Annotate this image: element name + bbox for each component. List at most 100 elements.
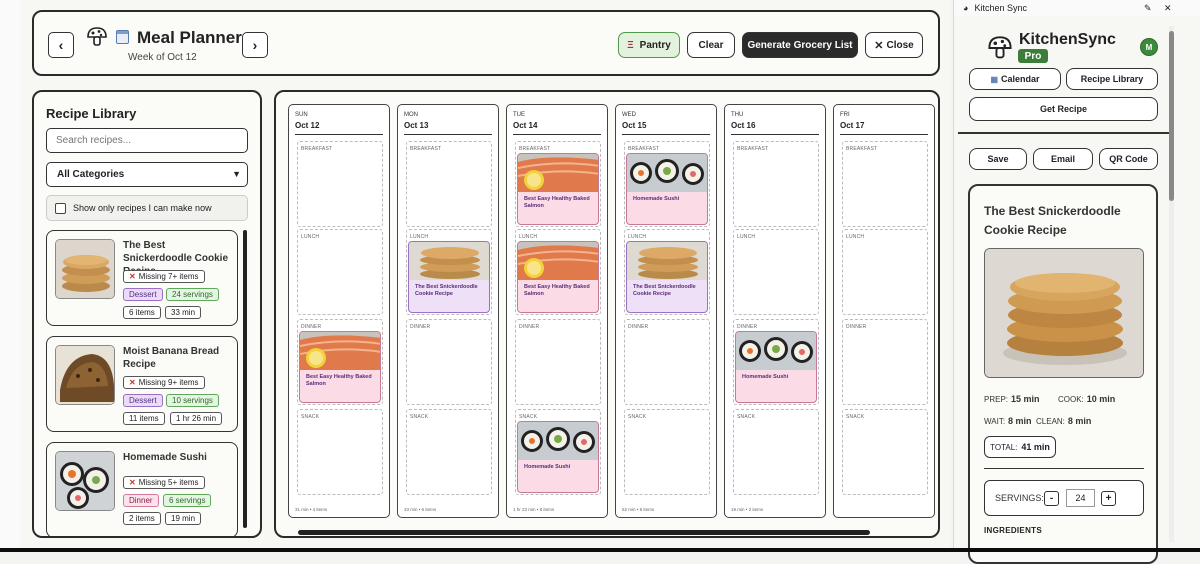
side-scrollbar[interactable] — [1169, 26, 1174, 542]
library-scrollbar[interactable] — [243, 230, 247, 528]
meal-image — [736, 332, 816, 370]
meal-slot-breakfast[interactable]: BREAKFAST — [406, 141, 492, 227]
planned-meal-card[interactable]: Homemade Sushi — [626, 153, 708, 225]
meal-slot-breakfast[interactable]: BREAKFAST — [297, 141, 383, 227]
search-input[interactable] — [46, 128, 248, 153]
save-button[interactable]: Save — [969, 148, 1027, 170]
meal-slot-snack[interactable]: SNACK — [406, 409, 492, 495]
slot-label: DINNER — [410, 324, 431, 330]
planned-meal-card[interactable]: Homemade Sushi — [735, 331, 817, 403]
next-week-button[interactable]: › — [242, 32, 268, 58]
meal-slot-lunch[interactable]: LUNCH Best Easy Healthy Baked Salmon — [515, 229, 601, 315]
close-icon: ✕ — [874, 39, 884, 52]
can-make-filter[interactable]: Show only recipes I can make now — [46, 195, 248, 221]
slot-label: SNACK — [301, 414, 320, 420]
planned-meal-card[interactable]: Homemade Sushi — [517, 421, 599, 493]
recipe-card[interactable]: The Best Snickerdoodle Cookie Recipe ✕Mi… — [46, 230, 238, 326]
category-select[interactable]: All Categories ▼ — [46, 162, 248, 187]
prep-time: PREP: 15 min — [984, 394, 1040, 404]
meal-name: The Best Snickerdoodle Cookie Recipe — [633, 284, 696, 297]
email-button[interactable]: Email — [1033, 148, 1093, 170]
meal-slot-dinner[interactable]: DINNER — [624, 319, 710, 405]
items-badge: 2 items — [123, 512, 161, 525]
day-name: WED — [622, 112, 636, 118]
prev-week-button[interactable]: ‹ — [48, 32, 74, 58]
planned-meal-card[interactable]: Best Easy Healthy Baked Salmon — [517, 153, 599, 225]
pantry-button[interactable]: Ξ Pantry — [618, 32, 680, 58]
day-summary: 19 min • 2 items — [731, 507, 764, 512]
meal-slot-dinner[interactable]: DINNER — [515, 319, 601, 405]
day-column-wed: WED Oct 15 BREAKFAST Homemade Sushi LUNCH The… — [615, 104, 717, 518]
meal-slot-snack[interactable]: SNACK — [297, 409, 383, 495]
window-logo-icon: ◕ — [963, 3, 969, 13]
calendar-horizontal-scrollbar[interactable] — [298, 530, 870, 535]
slot-label: LUNCH — [301, 234, 320, 240]
planned-meal-card[interactable]: Best Easy Healthy Baked Salmon — [299, 331, 381, 403]
slot-label: DINNER — [737, 324, 758, 330]
servings-input[interactable]: 24 — [1066, 489, 1095, 507]
meal-slot-breakfast[interactable]: BREAKFAST Homemade Sushi — [624, 141, 710, 227]
meal-slot-snack[interactable]: SNACK Homemade Sushi — [515, 409, 601, 495]
day-divider — [513, 134, 601, 135]
calendar-button[interactable]: ▦ Calendar — [969, 68, 1061, 90]
meal-image — [409, 242, 489, 280]
taskbar-strip — [0, 548, 1200, 552]
slot-label: DINNER — [846, 324, 867, 330]
meal-slot-breakfast[interactable]: BREAKFAST — [842, 141, 928, 227]
meal-slot-dinner[interactable]: DINNER — [406, 319, 492, 405]
meal-slot-lunch[interactable]: LUNCH — [297, 229, 383, 315]
meal-name: Homemade Sushi — [524, 464, 571, 470]
day-summary: 1 hr 23 min • 8 items — [513, 507, 555, 512]
meal-slot-breakfast[interactable]: BREAKFAST — [733, 141, 819, 227]
recipe-library-button[interactable]: Recipe Library — [1066, 68, 1158, 90]
meal-name: Homemade Sushi — [742, 374, 789, 380]
close-label: Close — [886, 39, 914, 51]
recipe-card[interactable]: Homemade Sushi ✕ Missing 5+ items Dinner … — [46, 442, 238, 536]
meal-image — [518, 154, 598, 192]
slot-label: DINNER — [628, 324, 649, 330]
slot-label: SNACK — [628, 414, 647, 420]
meal-slot-lunch[interactable]: LUNCH — [733, 229, 819, 315]
meal-name: Homemade Sushi — [633, 196, 680, 202]
can-make-checkbox[interactable] — [55, 203, 66, 214]
slot-label: BREAKFAST — [519, 146, 551, 152]
meal-slot-lunch[interactable]: LUNCH The Best Snickerdoodle Cookie Recip… — [406, 229, 492, 315]
meal-slot-lunch[interactable]: LUNCH The Best Snickerdoodle Cookie Recip… — [624, 229, 710, 315]
qr-code-button[interactable]: QR Code — [1099, 148, 1158, 170]
library-title: Recipe Library — [46, 106, 137, 121]
recipe-card[interactable]: Moist Banana Bread Recipe ✕ Missing 9+ it… — [46, 336, 238, 432]
day-summary: 52 min • 8 items — [622, 507, 655, 512]
category-value: All Categories — [57, 169, 125, 180]
planned-meal-card[interactable]: Best Easy Healthy Baked Salmon — [517, 241, 599, 313]
slot-label: BREAKFAST — [628, 146, 660, 152]
mushroom-logo-icon — [988, 36, 1012, 59]
day-date: Oct 12 — [295, 121, 320, 130]
meal-slot-snack[interactable]: SNACK — [842, 409, 928, 495]
get-recipe-button[interactable]: Get Recipe — [969, 97, 1158, 121]
close-button[interactable]: ✕ Close — [865, 32, 923, 58]
avatar[interactable]: M — [1140, 38, 1158, 56]
meal-slot-dinner[interactable]: DINNER — [842, 319, 928, 405]
divider — [958, 132, 1169, 134]
meal-slot-snack[interactable]: SNACK — [624, 409, 710, 495]
planned-meal-card[interactable]: The Best Snickerdoodle Cookie Recipe — [408, 241, 490, 313]
close-window-icon[interactable]: ✕ — [1164, 3, 1172, 14]
decrease-servings-button[interactable]: - — [1044, 491, 1059, 506]
recipe-image — [984, 248, 1144, 378]
planned-meal-card[interactable]: The Best Snickerdoodle Cookie Recipe — [626, 241, 708, 313]
meal-slot-breakfast[interactable]: BREAKFAST Best Easy Healthy Baked Salmon — [515, 141, 601, 227]
window-title: Kitchen Sync — [974, 3, 1027, 13]
pin-icon[interactable]: ✎ — [1144, 3, 1152, 14]
meal-slot-dinner[interactable]: DINNER Homemade Sushi — [733, 319, 819, 405]
meal-slot-snack[interactable]: SNACK — [733, 409, 819, 495]
generate-grocery-list-button[interactable]: Generate Grocery List — [742, 32, 858, 58]
clear-button[interactable]: Clear — [687, 32, 735, 58]
items-badge: 6 items — [123, 306, 161, 319]
meal-slot-dinner[interactable]: DINNER Best Easy Healthy Baked Salmon — [297, 319, 383, 405]
slot-label: LUNCH — [737, 234, 756, 240]
meal-slot-lunch[interactable]: LUNCH — [842, 229, 928, 315]
increase-servings-button[interactable]: + — [1101, 491, 1116, 506]
total-time-badge: TOTAL: 41 min — [984, 436, 1056, 458]
x-icon: ✕ — [129, 378, 136, 387]
can-make-label: Show only recipes I can make now — [73, 203, 212, 213]
